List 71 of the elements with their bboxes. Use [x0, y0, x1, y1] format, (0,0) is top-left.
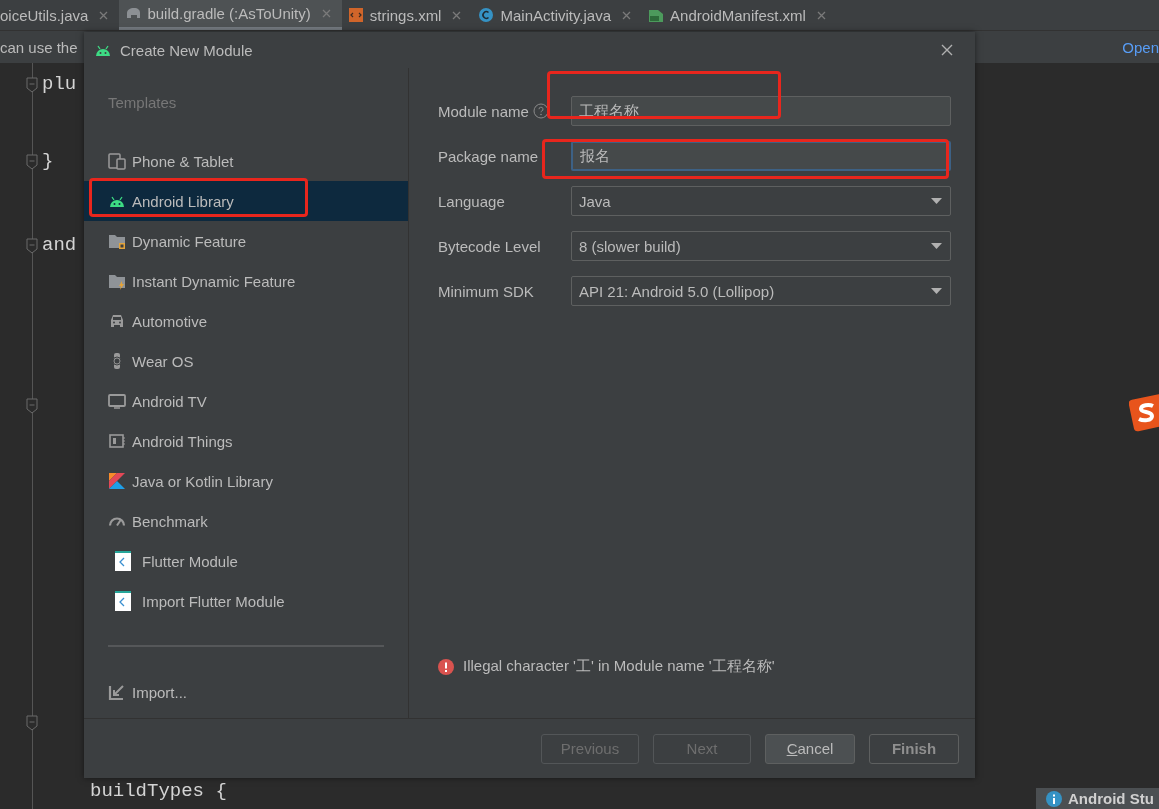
close-icon — [451, 9, 463, 21]
caret-icon — [931, 242, 942, 250]
manifest-file-icon — [648, 7, 665, 23]
import-arrow-icon — [108, 683, 126, 701]
error-icon — [438, 658, 454, 675]
editor-tab[interactable]: strings.xml — [341, 0, 473, 30]
code-line: plu — [42, 73, 77, 97]
xml-file-icon — [347, 7, 364, 23]
template-item[interactable]: Instant Dynamic Feature — [84, 261, 408, 301]
editor-tab[interactable]: AndroidManifest.xml — [642, 0, 837, 30]
template-item[interactable]: Flutter Module — [84, 541, 408, 581]
template-item[interactable]: Wear OS — [84, 341, 408, 381]
dropdown[interactable]: 8 (slower build) — [571, 231, 951, 261]
dialog-button[interactable]: Finish — [869, 733, 959, 764]
editor-tab[interactable]: oiceUtils.java — [0, 0, 120, 30]
board-icon — [108, 432, 126, 450]
close-icon — [941, 44, 953, 56]
dropdown[interactable]: API 21: Android 5.0 (Lollipop) — [571, 276, 951, 306]
kotlin-icon — [108, 472, 126, 490]
notification-title: Android Stu — [1068, 790, 1154, 807]
section-heading: Templates — [107, 93, 178, 113]
fold-icon — [26, 77, 38, 93]
code-line: and — [42, 234, 77, 258]
close-icon — [320, 8, 332, 19]
fold-icon — [26, 398, 38, 414]
close-icon — [98, 9, 110, 21]
editor-tab[interactable]: MainActivity.java — [472, 0, 643, 30]
field-label: Bytecode Level — [438, 237, 541, 255]
template-item[interactable]: Benchmark — [84, 501, 408, 541]
code-line: buildTypes { — [90, 780, 227, 804]
phone-tablet-icon — [108, 152, 126, 170]
error-message: Illegal character '工' in Module name '工程名称' — [463, 657, 775, 676]
input-field[interactable]: 报名 — [571, 141, 951, 171]
template-item[interactable]: Phone & Tablet — [84, 141, 408, 181]
input-method-icon — [1129, 393, 1159, 433]
fold-icon — [26, 154, 38, 170]
class-icon — [478, 7, 495, 23]
link[interactable]: Open — [1122, 38, 1159, 56]
flutter-file-icon — [114, 551, 132, 571]
dialog-button[interactable]: Cancel — [765, 733, 855, 764]
dropdown[interactable]: Java — [571, 186, 951, 216]
gauge-icon — [108, 516, 126, 526]
android-icon — [94, 43, 112, 57]
caret-icon — [931, 287, 942, 295]
close-icon — [815, 9, 827, 21]
folder-icon — [108, 272, 126, 290]
field-label: Minimum SDK — [438, 282, 534, 300]
fold-icon — [26, 238, 38, 254]
window-title: Create New Module — [120, 41, 254, 59]
template-item[interactable]: Android TV — [84, 381, 408, 421]
template-item[interactable]: Android Library — [84, 181, 408, 221]
caret-icon — [931, 197, 942, 205]
flutter-file-icon — [114, 591, 132, 611]
code-line: } — [42, 150, 54, 174]
banner-text: can use the — [0, 38, 78, 56]
field-label: Module name — [438, 102, 529, 120]
tv-icon — [108, 392, 126, 410]
info-icon — [1046, 790, 1062, 807]
field-label: Language — [438, 192, 505, 210]
template-item[interactable]: Automotive — [84, 301, 408, 341]
field-label: Package name — [438, 147, 539, 165]
import-item[interactable]: Import... — [84, 672, 408, 712]
folder-icon — [108, 232, 126, 250]
close-icon — [621, 9, 633, 21]
template-item[interactable]: Import Flutter Module — [84, 581, 408, 621]
template-item[interactable]: Java or Kotlin Library — [84, 461, 408, 501]
car-icon — [108, 312, 126, 330]
editor-tab[interactable]: build.gradle (:AsToUnity) — [119, 0, 342, 30]
fold-icon — [26, 715, 38, 731]
template-item[interactable]: Android Things — [84, 421, 408, 461]
template-item[interactable]: Dynamic Feature — [84, 221, 408, 261]
